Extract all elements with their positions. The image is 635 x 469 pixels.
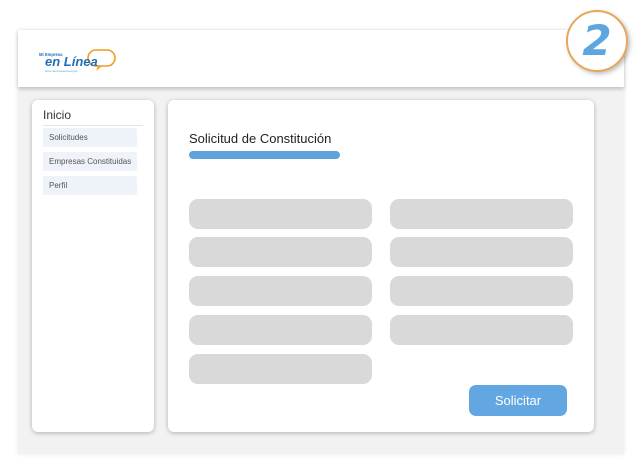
solicitar-button[interactable]: Solicitar [469,385,567,416]
sidebar-item-solicitudes[interactable]: Solicitudes [43,128,137,147]
form-field-left-1[interactable] [189,199,372,229]
page-title: Solicitud de Constitución [189,131,332,146]
logo-main-text: en Línea [45,54,98,69]
brand-logo[interactable]: Mi Empresa en Línea www.miempresaenlinea… [38,48,118,78]
form-field-right-1[interactable] [390,199,573,229]
title-underline [189,151,340,159]
sidebar-panel: Inicio Solicitudes Empresas Constituidas… [32,100,154,432]
form-field-right-3[interactable] [390,276,573,306]
step-number-badge: 2 [566,10,628,72]
logo-url-text: www.miempresaenlinea.gob [45,69,78,73]
form-field-left-3[interactable] [189,276,372,306]
sidebar-home-link[interactable]: Inicio [43,108,143,126]
main-form-panel: Solicitud de Constitución Solicitar [168,100,594,432]
form-field-left-4[interactable] [189,315,372,345]
sidebar-item-empresas-constituidas[interactable]: Empresas Constituidas [43,152,137,171]
step-number: 2 [582,16,612,65]
form-field-left-5[interactable] [189,354,372,384]
sidebar-item-perfil[interactable]: Perfil [43,176,137,195]
form-field-right-4[interactable] [390,315,573,345]
form-field-right-2[interactable] [390,237,573,267]
form-field-left-2[interactable] [189,237,372,267]
